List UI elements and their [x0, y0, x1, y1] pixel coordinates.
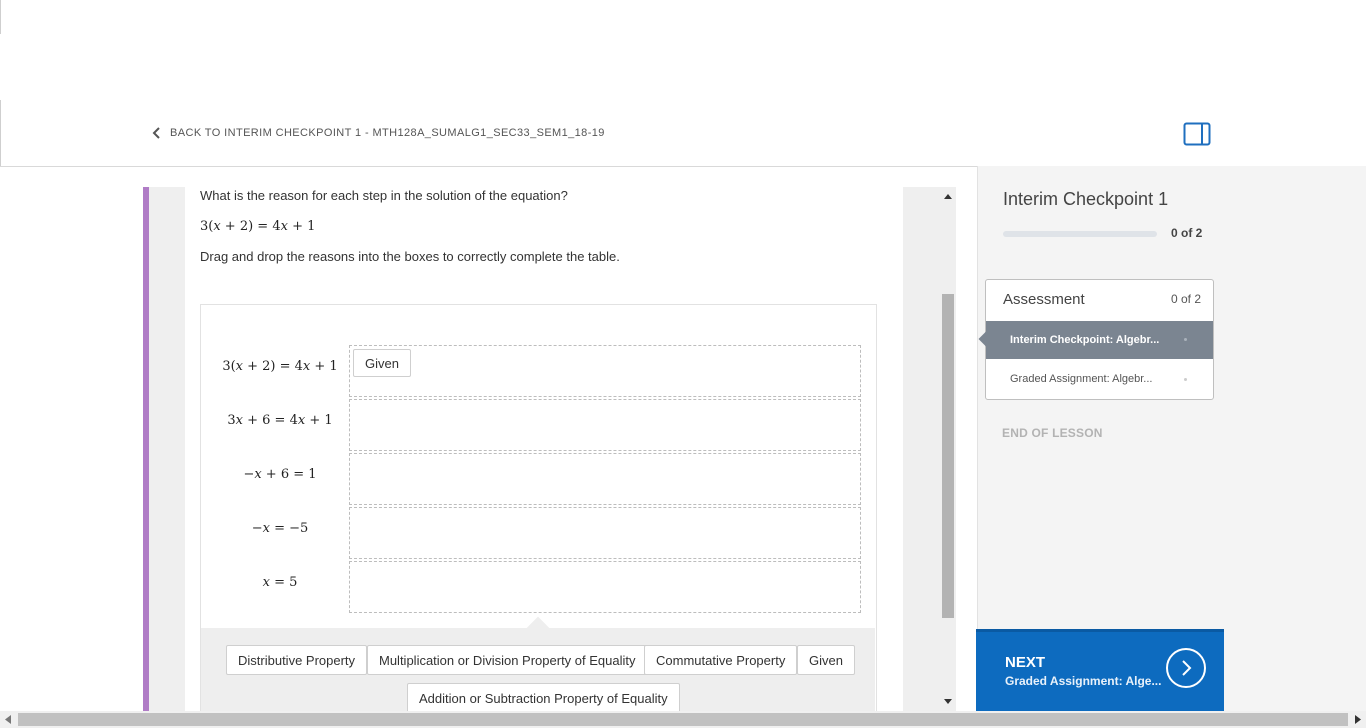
status-dot-icon — [1184, 378, 1187, 381]
horizontal-scrollbar-thumb[interactable] — [18, 713, 1348, 726]
status-dot-icon — [1184, 338, 1187, 341]
reason-chip[interactable]: Distributive Property — [226, 645, 368, 675]
lesson-heading: Assessment — [1003, 291, 1085, 308]
lesson-count: 0 of 2 — [1171, 292, 1202, 306]
checkpoint-title: Interim Checkpoint 1 — [1003, 189, 1169, 209]
reason-chip[interactable]: Multiplication or Division Property of E… — [367, 645, 648, 675]
window-edge — [0, 100, 1, 166]
progress-count: 0 of 2 — [1171, 226, 1203, 240]
content-gutter — [149, 187, 185, 711]
scroll-up-arrow-icon[interactable] — [943, 192, 953, 200]
scroll-right-arrow-icon[interactable] — [1354, 715, 1362, 724]
chevron-left-icon — [152, 127, 160, 139]
progress-bar — [1003, 231, 1157, 237]
next-button-label: NEXT — [1005, 654, 1046, 671]
back-link[interactable]: BACK TO INTERIM CHECKPOINT 1 - MTH128A_S… — [152, 126, 605, 140]
scroll-down-arrow-icon[interactable] — [943, 698, 953, 706]
reason-drop-zone[interactable] — [349, 507, 861, 559]
end-of-lesson-label: END OF LESSON — [1002, 426, 1103, 440]
placed-reason-chip[interactable]: Given — [353, 349, 411, 377]
reason-chip[interactable]: Commutative Property — [644, 645, 798, 675]
question-prompt: What is the reason for each step in the … — [200, 188, 568, 203]
step-equation: −𝑥 = −5 — [251, 521, 309, 536]
reason-drop-zone[interactable] — [349, 453, 861, 505]
lesson-item-label: Graded Assignment: Algebr... — [1010, 373, 1153, 385]
window-edge — [0, 0, 1, 34]
sidebar-toggle-icon[interactable] — [1183, 122, 1211, 146]
back-link-label: BACK TO INTERIM CHECKPOINT 1 - MTH128A_S… — [170, 127, 605, 139]
step-equation: 3(𝑥 + 2) = 4𝑥 + 1 — [222, 359, 338, 374]
reason-drop-zone[interactable] — [349, 399, 861, 451]
reason-chip[interactable]: Given — [797, 645, 855, 675]
content-gutter — [903, 187, 940, 711]
reason-drop-zone[interactable] — [349, 561, 861, 613]
next-button-subtitle: Graded Assignment: Alge... — [1005, 674, 1162, 688]
reason-chip[interactable]: Addition or Subtraction Property of Equa… — [407, 683, 680, 713]
step-equation: 3𝑥 + 6 = 4𝑥 + 1 — [227, 413, 333, 428]
content-scrollbar-thumb[interactable] — [942, 294, 954, 618]
question-instructions: Drag and drop the reasons into the boxes… — [200, 249, 620, 264]
scroll-left-arrow-icon[interactable] — [4, 715, 12, 724]
question-equation: 3(𝑥 + 2) = 4𝑥 + 1 — [200, 219, 316, 234]
chevron-right-icon[interactable] — [1166, 648, 1206, 688]
reason-drop-zone[interactable] — [349, 345, 861, 397]
step-equation: −𝑥 + 6 = 1 — [243, 467, 317, 482]
step-equation: 𝑥 = 5 — [262, 575, 298, 590]
lesson-item-label: Interim Checkpoint: Algebr... — [1010, 334, 1160, 346]
